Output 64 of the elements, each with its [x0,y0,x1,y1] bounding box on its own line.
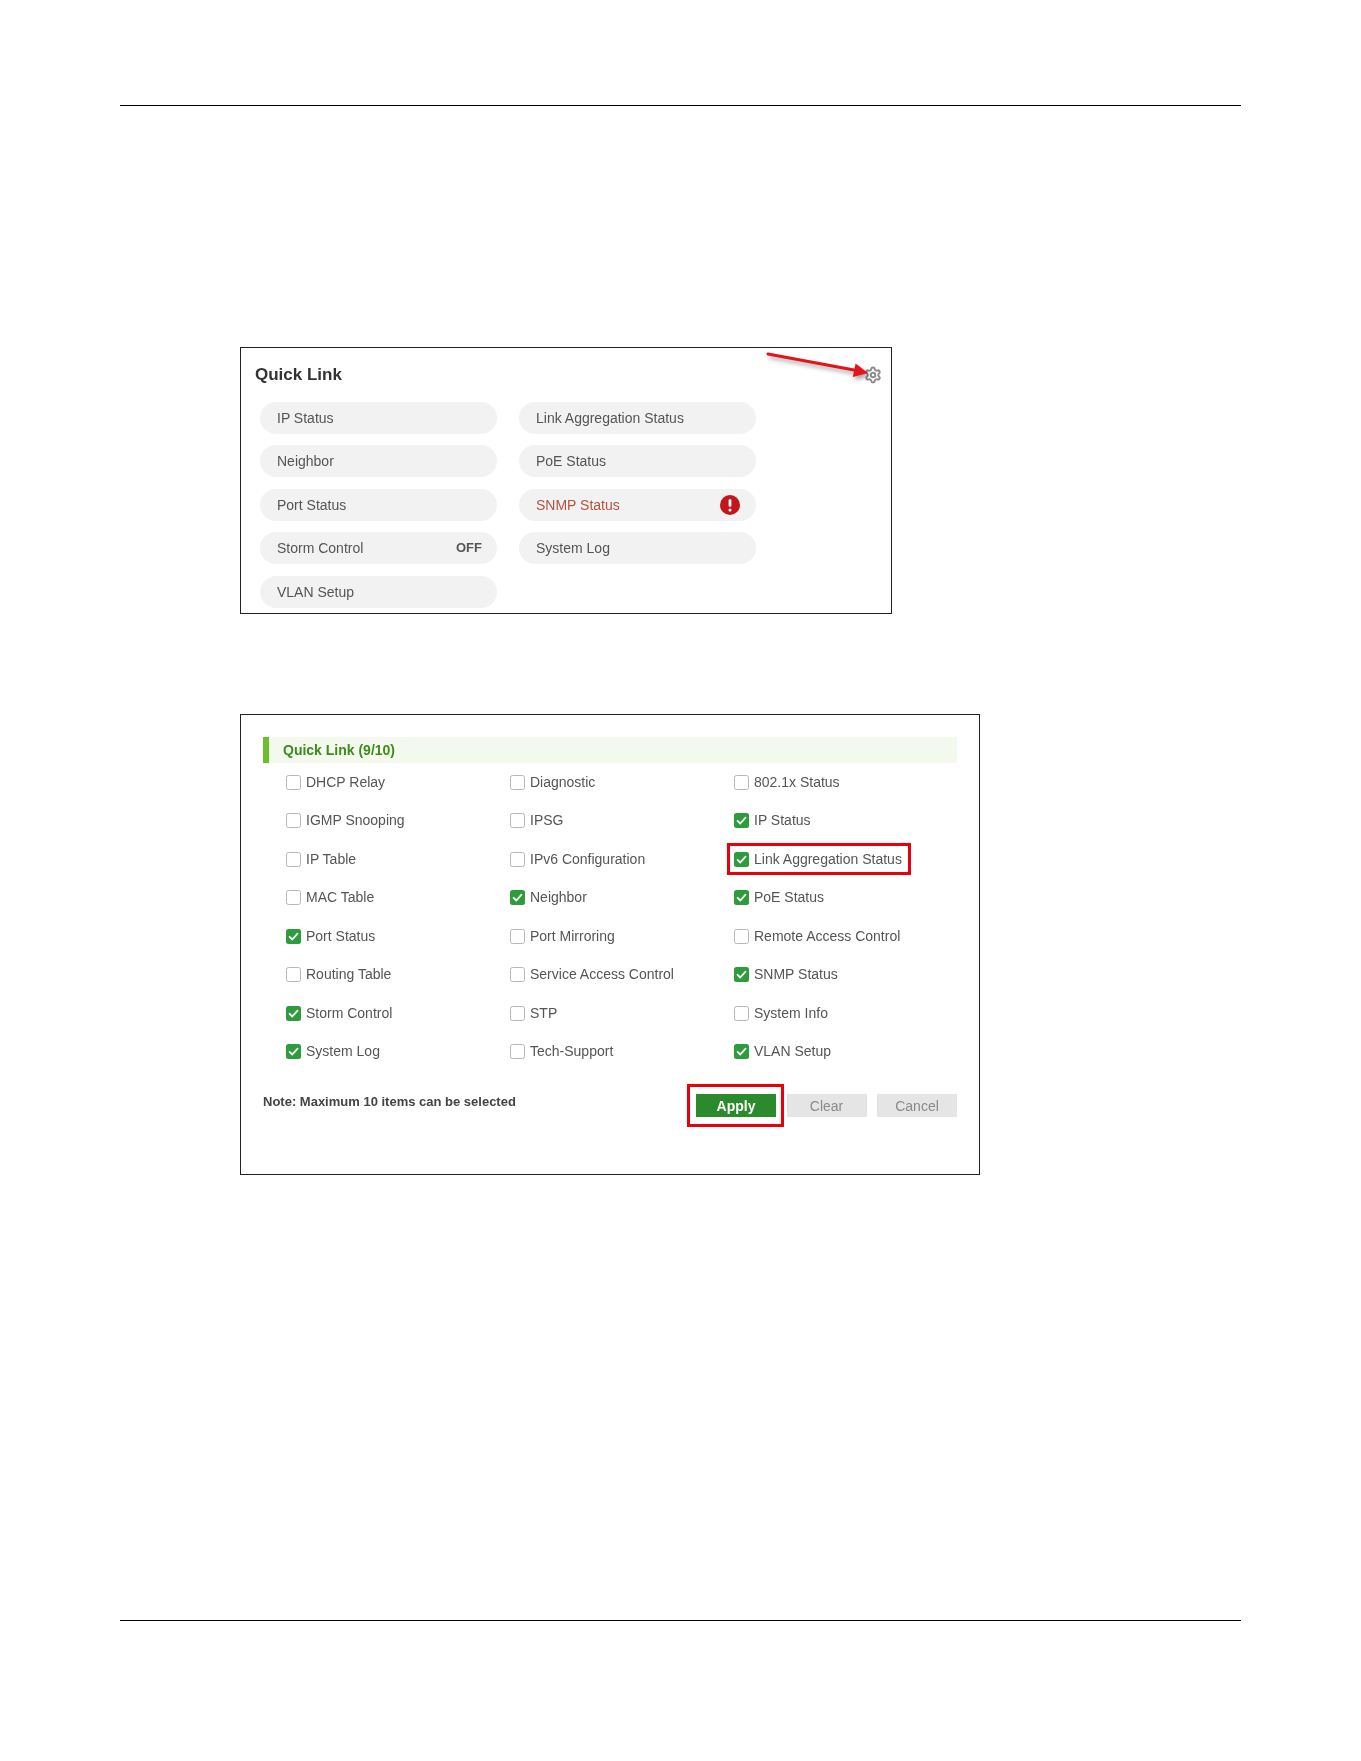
action-button[interactable]: Apply [696,1094,776,1117]
option-label[interactable]: System Info [754,1004,828,1022]
quick-link-button[interactable]: IP Status [260,402,497,434]
option-label[interactable]: Storm Control [306,1004,393,1022]
quick-link-button[interactable]: Link Aggregation Status [519,402,756,434]
checkbox[interactable] [510,967,525,983]
option-label[interactable]: System Log [306,1043,380,1061]
option-label[interactable]: Link Aggregation Status [754,850,902,868]
option-label[interactable]: Service Access Control [530,966,674,984]
checkbox[interactable] [286,1005,301,1021]
checkbox[interactable] [734,774,749,790]
checkbox[interactable] [510,813,525,829]
option-label[interactable]: STP [530,1004,558,1022]
checkbox[interactable] [286,1044,301,1060]
checkbox[interactable] [286,774,301,790]
checkbox[interactable] [734,813,749,829]
option-label[interactable]: Remote Access Control [754,927,901,945]
checkbox[interactable] [734,928,749,944]
quick-link-button[interactable]: Storm Control OFF [260,532,497,565]
checkbox[interactable] [734,890,749,906]
checkbox[interactable] [286,851,301,867]
quick-link-button[interactable]: Port Status [260,488,497,521]
option-label[interactable]: IP Table [306,850,357,868]
checkbox[interactable] [286,813,301,829]
checkbox[interactable] [286,967,301,983]
option-label[interactable]: Port Status [306,927,376,945]
quick-link-button[interactable]: System Log [519,532,756,565]
checkbox[interactable] [510,1005,525,1021]
checkbox[interactable] [286,928,301,944]
quick-link-button[interactable]: VLAN Setup [260,575,497,608]
option-label[interactable]: 802.1x Status [754,773,840,791]
option-label[interactable]: IP Status [754,812,811,830]
section-header: Quick Link (9/10) [263,737,957,763]
quick-link-button[interactable]: Neighbor [260,445,497,478]
quick-link-button[interactable]: PoE Status [519,445,756,478]
checkbox[interactable] [734,1005,749,1021]
option-label[interactable]: Diagnostic [530,773,596,791]
checkbox[interactable] [734,851,749,867]
option-label[interactable]: IPv6 Configuration [530,850,646,868]
option-label[interactable]: Port Mirroring [530,927,615,945]
status-label: OFF [456,539,482,558]
option-label[interactable]: Neighbor [530,889,587,907]
quick-link-button[interactable]: SNMP Status [519,488,756,521]
checkbox[interactable] [734,967,749,983]
option-label[interactable]: MAC Table [306,889,375,907]
checkbox[interactable] [510,890,525,906]
option-label[interactable]: Tech-Support [530,1043,614,1061]
option-label[interactable]: IPSG [530,812,564,830]
checkbox[interactable] [510,928,525,944]
option-label[interactable]: Routing Table [306,966,392,984]
settings-icon[interactable] [864,366,882,384]
note-text: Note: Maximum 10 items can be selected [263,1093,516,1110]
alert-icon [720,494,740,515]
checkbox[interactable] [510,851,525,867]
panel-title: Quick Link [255,364,342,386]
option-label[interactable]: IGMP Snooping [306,812,405,830]
option-label[interactable]: DHCP Relay [306,773,386,791]
checkbox[interactable] [510,774,525,790]
checkbox[interactable] [510,1044,525,1060]
option-label[interactable]: PoE Status [754,889,825,907]
option-label[interactable]: VLAN Setup [754,1043,832,1061]
checkbox[interactable] [734,1044,749,1060]
option-label[interactable]: SNMP Status [754,966,838,984]
checkbox[interactable] [286,890,301,906]
